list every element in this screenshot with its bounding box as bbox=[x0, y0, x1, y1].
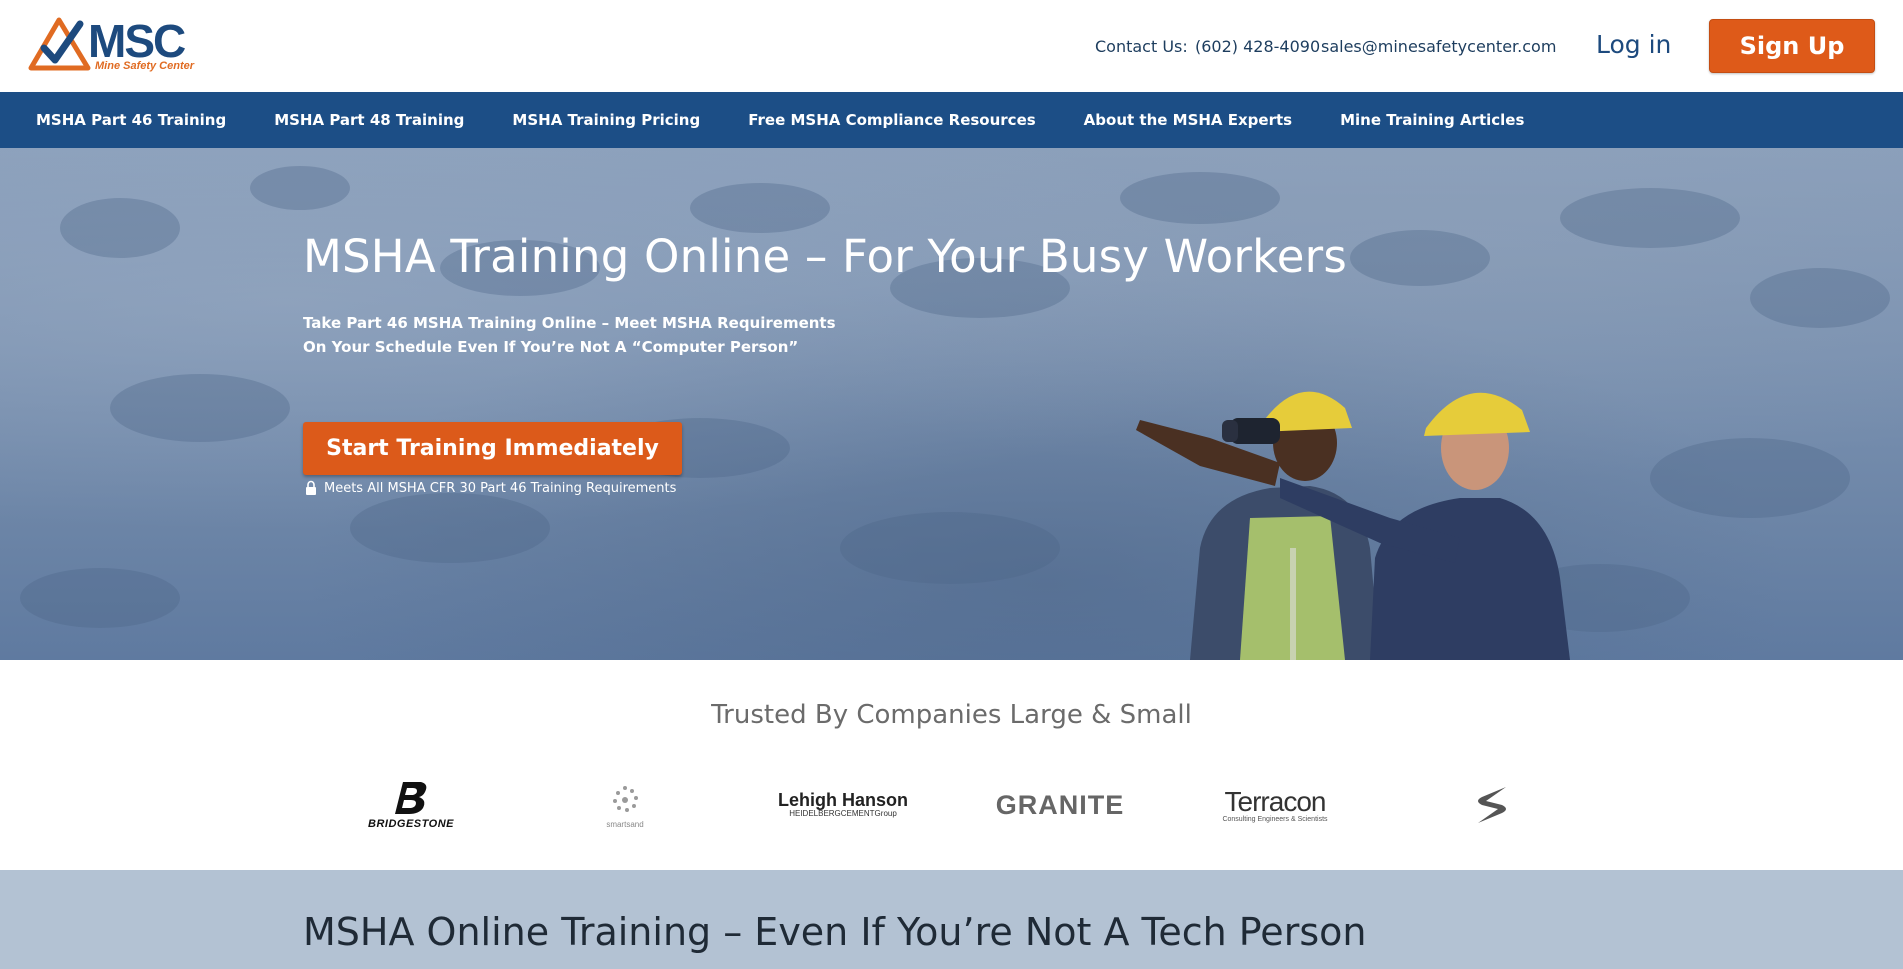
terracon-wordmark: Terracon bbox=[1224, 785, 1327, 817]
section-title: MSHA Online Training – Even If You’re No… bbox=[303, 910, 1367, 954]
main-nav: MSHA Part 46 Training MSHA Part 48 Train… bbox=[0, 92, 1903, 148]
contact-phone-link[interactable]: (602) 428-4090 bbox=[1195, 37, 1320, 56]
heidelberg-wordmark: HEIDELBERGCEMENTGroup bbox=[789, 809, 897, 818]
requirement-note-text: Meets All MSHA CFR 30 Part 46 Training R… bbox=[324, 480, 677, 496]
nav-item-about[interactable]: About the MSHA Experts bbox=[1084, 111, 1292, 129]
nav-item-part46[interactable]: MSHA Part 46 Training bbox=[36, 111, 226, 129]
bridgestone-wordmark: BRIDGESTONE bbox=[368, 818, 454, 830]
nav-item-articles[interactable]: Mine Training Articles bbox=[1340, 111, 1524, 129]
terracon-logo: Terracon Consulting Engineers & Scientis… bbox=[1205, 770, 1345, 840]
smartsand-logo: smartsand bbox=[590, 770, 660, 840]
workers-illustration bbox=[1136, 391, 1570, 660]
logo-tagline: Mine Safety Center bbox=[95, 60, 195, 72]
section-intro: MSHA Online Training – Even If You’re No… bbox=[0, 870, 1903, 969]
hero-subtitle: Take Part 46 MSHA Training Online – Meet… bbox=[303, 314, 836, 356]
bridgestone-logo: BRIDGESTONE bbox=[368, 770, 454, 840]
bridgestone-b-icon bbox=[395, 782, 427, 814]
terracon-tagline: Consulting Engineers & Scientists bbox=[1222, 815, 1328, 823]
start-training-button[interactable]: Start Training Immediately bbox=[303, 422, 682, 475]
nav-item-part48[interactable]: MSHA Part 48 Training bbox=[274, 111, 464, 129]
lehigh-hanson-logo: Lehigh Hanson HEIDELBERGCEMENTGroup bbox=[768, 770, 918, 840]
granite-wordmark: GRANITE bbox=[995, 789, 1125, 820]
logo-wordmark: MSC bbox=[88, 15, 186, 67]
granite-logo: GRANITE bbox=[985, 770, 1135, 840]
client-logos: BRIDGESTONE smartsand Lehigh Hanson HEID… bbox=[0, 770, 1903, 840]
contact-label: Contact Us: bbox=[1095, 37, 1188, 56]
trusted-title: Trusted By Companies Large & Small bbox=[711, 700, 1192, 730]
login-link[interactable]: Log in bbox=[1596, 30, 1671, 59]
checkmark-triangle-icon bbox=[28, 17, 91, 71]
hero-title: MSHA Training Online – For Your Busy Wor… bbox=[303, 230, 1347, 283]
nav-item-resources[interactable]: Free MSHA Compliance Resources bbox=[748, 111, 1035, 129]
nav-item-pricing[interactable]: MSHA Training Pricing bbox=[512, 111, 700, 129]
lehigh-hanson-wordmark: Lehigh Hanson bbox=[778, 790, 908, 810]
smartsand-wordmark: smartsand bbox=[606, 819, 644, 829]
lock-icon bbox=[306, 480, 316, 495]
smartsand-swirl-icon bbox=[613, 785, 638, 812]
contact-email-link[interactable]: sales@minesafetycenter.com bbox=[1321, 37, 1556, 56]
signup-button[interactable]: Sign Up bbox=[1709, 19, 1875, 73]
site-header: MSC Mine Safety Center Contact Us: (602)… bbox=[0, 0, 1903, 92]
msc-logo[interactable]: MSC Mine Safety Center bbox=[28, 16, 198, 74]
hero-section: MSHA Training Online – For Your Busy Wor… bbox=[0, 148, 1903, 660]
s-company-logo bbox=[1460, 770, 1524, 840]
s-mark-icon bbox=[1478, 787, 1506, 823]
requirement-note: Meets All MSHA CFR 30 Part 46 Training R… bbox=[305, 480, 676, 496]
